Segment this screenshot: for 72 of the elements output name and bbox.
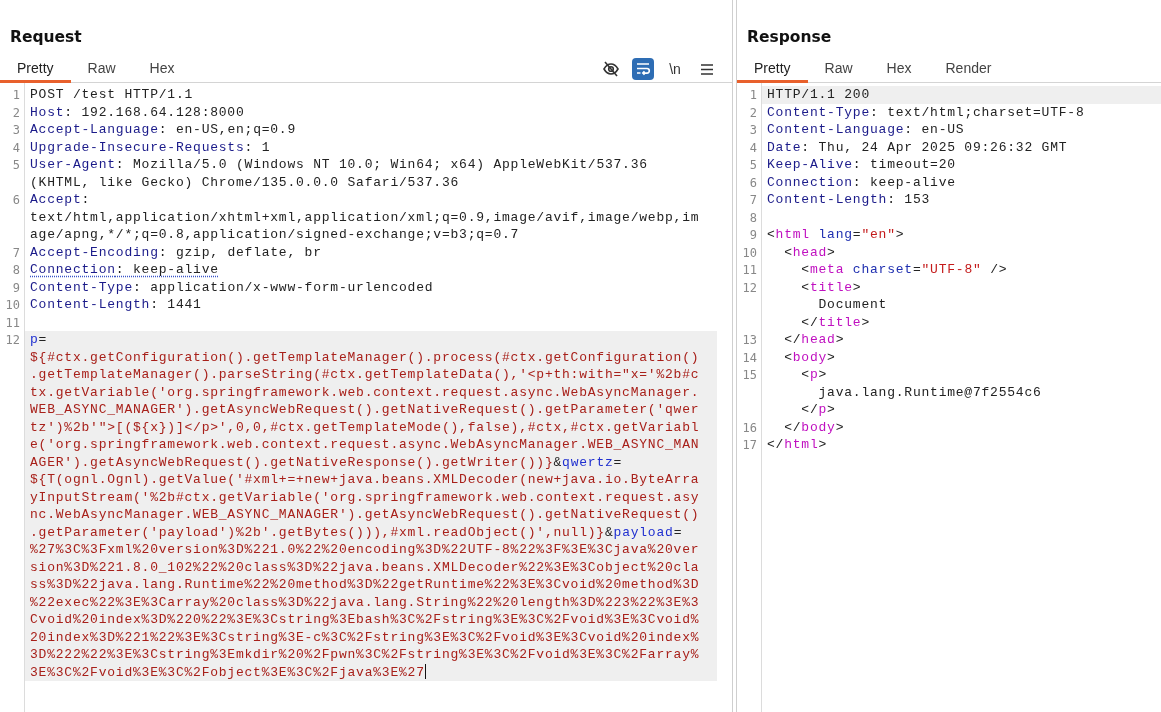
code-line: Connection: keep-alive [29, 261, 220, 279]
panel-title: Response [746, 27, 832, 48]
code-line: </head> [783, 331, 846, 349]
line-number: 9 [11, 279, 21, 296]
tab[interactable]: Pretty [0, 56, 71, 83]
code-line: <title> [800, 278, 863, 296]
code-line: </p> [800, 401, 837, 419]
line-number: 3 [11, 122, 21, 139]
code-line: Content-Length: 1441 [29, 296, 203, 314]
code-line: <meta charset="UTF-8" /> [800, 261, 1009, 279]
tab[interactable]: Render [928, 56, 1009, 83]
line-number: 11 [4, 314, 21, 331]
line-number: 6 [748, 174, 758, 191]
code-line: <body> [783, 348, 837, 366]
line-number: 1 [748, 87, 758, 104]
line-number: 7 [11, 244, 21, 261]
line-number: 12 [741, 279, 758, 296]
code-line: Date: Thu, 24 Apr 2025 09:26:32 GMT [766, 138, 1069, 156]
tab[interactable]: Raw [807, 56, 870, 83]
line-number: 11 [741, 262, 758, 279]
line-number: 5 [11, 157, 21, 174]
code-line: POST /test HTTP/1.1 [29, 86, 195, 104]
code-line: java.lang.Runtime@7f2554c6 [817, 383, 1043, 401]
code-line: Accept-Encoding: gzip, deflate, br [29, 243, 323, 261]
code-line: Upgrade-Insecure-Requests: 1 [29, 138, 272, 156]
line-number: 14 [741, 349, 758, 366]
line-number: 6 [11, 192, 21, 209]
line-number: 5 [748, 157, 758, 174]
code-line: <p> [800, 366, 829, 384]
code-line: age/apng,*/*;q=0.8,application/signed-exchange;v=b3;q=0.7 [29, 226, 521, 244]
line-number: 16 [741, 419, 758, 436]
code-line: User-Agent: Mozilla/5.0 (Windows NT 10.0; Win64; x64) AppleWebKit/537.36 [29, 156, 649, 174]
code-line: Document [817, 296, 889, 314]
line-number: 2 [11, 104, 21, 121]
tab[interactable]: Hex [869, 56, 929, 83]
code-line: <head> [783, 243, 837, 261]
line-number: 17 [741, 437, 758, 454]
panel-title: Request [9, 27, 82, 48]
newline-button[interactable]: \n [664, 58, 686, 80]
line-number: 13 [741, 332, 758, 349]
line-number: 15 [741, 367, 758, 384]
tab[interactable]: Raw [70, 56, 133, 83]
line-number: 12 [4, 332, 21, 349]
code-line: Host: 192.168.64.128:8000 [29, 103, 246, 121]
line-number: 10 [4, 297, 21, 314]
code-line: <html lang="en"> [766, 226, 906, 244]
line-number: 4 [11, 139, 21, 156]
code-line: Content-Type: text/html;charset=UTF-8 [766, 103, 1086, 121]
tab[interactable]: Hex [132, 56, 192, 83]
code-line: Content-Length: 153 [766, 191, 932, 209]
code-line: Content-Type: application/x-www-form-urlencoded [29, 278, 435, 296]
tab[interactable]: Pretty [737, 56, 808, 83]
code-line: Accept: [29, 191, 92, 209]
line-number: 8 [748, 209, 758, 226]
code-line: </html> [766, 436, 829, 454]
line-number: 1 [11, 87, 21, 104]
code-line: Keep-Alive: timeout=20 [766, 156, 957, 174]
line-number: 2 [748, 104, 758, 121]
line-number: 8 [11, 262, 21, 279]
line-number: 7 [748, 192, 758, 209]
line-number: 4 [748, 139, 758, 156]
wrap-icon[interactable] [632, 58, 654, 80]
code-line: Accept-Language: en-US,en;q=0.9 [29, 121, 298, 139]
line-number: 10 [741, 244, 758, 261]
line-number: 9 [748, 227, 758, 244]
line-number: 3 [748, 122, 758, 139]
code-line: Content-Language: en-US [766, 121, 966, 139]
code-line: </title> [800, 313, 871, 331]
code-line: (KHTML, like Gecko) Chrome/135.0.0.0 Safari/537.36 [29, 173, 461, 191]
code-line: Connection: keep-alive [766, 173, 957, 191]
code-line: </body> [783, 418, 846, 436]
code-line: text/html,application/xhtml+xml,application/xml;q=0.9,image/avif,image/webp,im [29, 208, 701, 226]
